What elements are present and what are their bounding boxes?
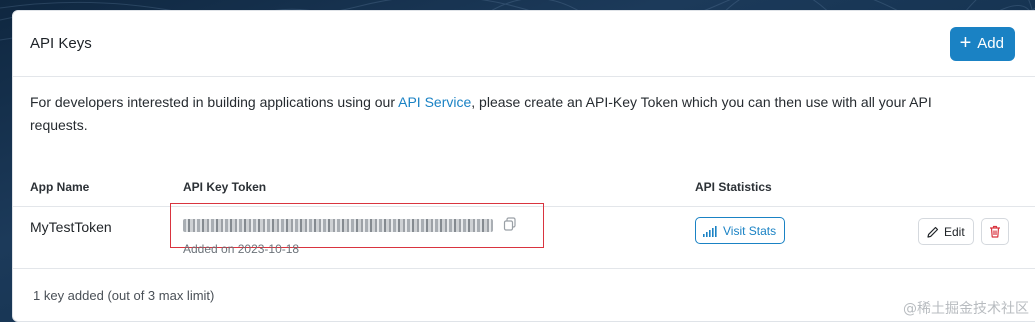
visit-stats-button[interactable]: Visit Stats xyxy=(695,217,786,244)
description: For developers interested in building ap… xyxy=(13,77,1035,137)
column-api-key-token: API Key Token xyxy=(183,180,267,194)
api-key-token-blurred xyxy=(183,219,493,232)
api-service-link[interactable]: API Service xyxy=(398,94,471,110)
card-header: API Keys + Add xyxy=(13,11,1035,77)
watermark: @稀土掘金技术社区 xyxy=(903,301,1029,317)
added-date: Added on 2023-10-18 xyxy=(183,242,300,256)
table-row: MyTestToken Added on 2023-10-18 Visit St… xyxy=(13,203,1035,269)
page-title: API Keys xyxy=(30,35,92,52)
api-keys-card: API Keys + Add For developers interested… xyxy=(12,10,1035,322)
column-app-name: App Name xyxy=(30,180,90,194)
key-count-summary: 1 key added (out of 3 max limit) xyxy=(33,288,215,303)
description-text: For developers interested in building ap… xyxy=(30,94,399,110)
trash-icon xyxy=(990,225,1000,238)
column-api-statistics: API Statistics xyxy=(695,180,772,194)
copy-icon[interactable] xyxy=(503,217,517,231)
add-button-label: Add xyxy=(977,35,1004,52)
add-key-button[interactable]: + Add xyxy=(949,26,1015,61)
app-name-cell: MyTestToken xyxy=(30,219,112,235)
delete-button[interactable] xyxy=(981,218,1009,245)
pencil-icon xyxy=(927,226,939,238)
bar-chart-icon xyxy=(703,225,717,237)
plus-icon: + xyxy=(959,31,972,54)
visit-stats-label: Visit Stats xyxy=(723,223,777,238)
edit-label: Edit xyxy=(944,224,965,239)
edit-button[interactable]: Edit xyxy=(918,218,974,245)
